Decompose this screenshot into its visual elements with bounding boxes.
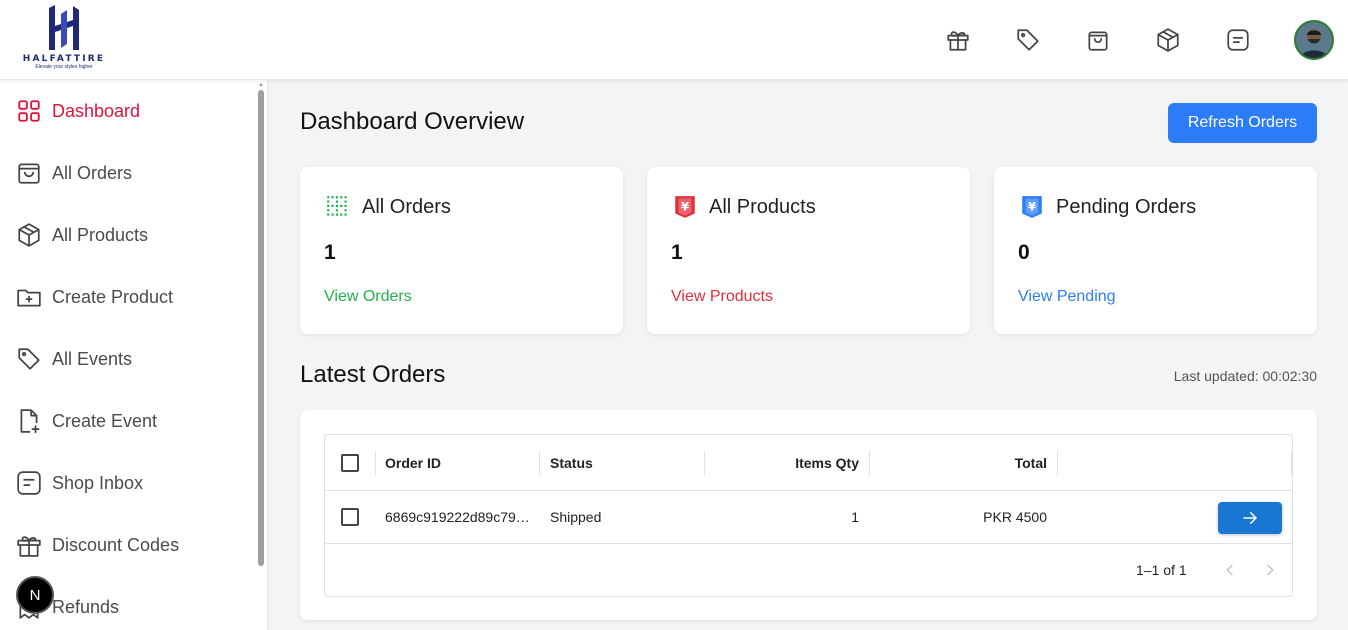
file-plus-icon — [16, 408, 42, 434]
sidebar-item-label: All Events — [52, 348, 133, 369]
card-title: All Orders — [362, 195, 451, 218]
sidebar-scrollbar[interactable] — [258, 90, 264, 566]
message-icon — [16, 470, 42, 496]
yen-shield-icon: ¥ — [671, 193, 699, 221]
page-title: Dashboard Overview — [300, 108, 525, 135]
table-row[interactable]: 6869c919222d89c79… Shipped 1 PKR 4500 — [325, 491, 1292, 544]
scroll-up-arrow[interactable]: ▲ — [258, 82, 264, 88]
sidebar-item-label: Create Event — [52, 410, 158, 431]
folder-plus-icon — [16, 284, 42, 310]
sidebar-item-create-product[interactable]: Create Product — [16, 277, 173, 317]
latest-orders-title: Latest Orders — [300, 361, 446, 388]
cell-status: Shipped — [550, 509, 602, 525]
header-actions — [944, 0, 1348, 80]
package-icon — [16, 222, 42, 248]
arrow-right-icon — [1243, 512, 1257, 524]
brand-name: HALFATTIRE — [22, 54, 106, 64]
sidebar-item-label: Shop Inbox — [52, 472, 144, 493]
sidebar-item-all-orders[interactable]: All Orders — [16, 153, 132, 193]
row-checkbox[interactable] — [341, 508, 359, 526]
stat-card-all-products: ¥ All Products 1 View Products — [647, 167, 970, 334]
message-icon[interactable] — [1224, 26, 1252, 54]
cell-order-id: 6869c919222d89c79… — [385, 509, 530, 525]
sidebar-item-shop-inbox[interactable]: Shop Inbox — [16, 463, 143, 503]
column-separator — [1057, 451, 1058, 475]
column-header-order-id[interactable]: Order ID — [385, 455, 441, 471]
card-header: All Orders — [324, 193, 451, 221]
card-title: All Products — [709, 195, 816, 218]
shopping-bag-icon — [16, 160, 42, 186]
sidebar-item-label: All Products — [52, 224, 149, 245]
sidebar-item-all-events[interactable]: All Events — [16, 339, 132, 379]
cell-items-qty: 1 — [851, 509, 859, 525]
tag-icon[interactable] — [1014, 26, 1042, 54]
column-header-items-qty[interactable]: Items Qty — [705, 455, 859, 471]
prev-page-button[interactable] — [1219, 559, 1241, 581]
gift-icon — [16, 532, 42, 558]
sidebar-item-label: All Orders — [52, 162, 133, 183]
cell-total: PKR 4500 — [983, 509, 1047, 525]
user-avatar[interactable] — [1294, 20, 1334, 60]
brand-tagline: Elevate your styles higher — [35, 64, 93, 70]
sidebar-item-dashboard[interactable]: Dashboard — [16, 91, 140, 131]
svg-text:¥: ¥ — [681, 199, 690, 213]
sidebar-item-all-products[interactable]: All Products — [16, 215, 148, 255]
table-header-row: Order ID Status Items Qty Total — [325, 435, 1292, 491]
brand-logo-mark — [49, 5, 79, 50]
column-separator — [1291, 451, 1292, 475]
chevron-left-icon — [1226, 564, 1233, 576]
sidebar-item-discount-codes[interactable]: Discount Codes — [16, 525, 179, 565]
view-pending-link[interactable]: View Pending — [1018, 288, 1116, 306]
card-count: 0 — [1018, 241, 1030, 264]
sidebar-item-label: Dashboard — [52, 100, 141, 121]
chevron-right-icon — [1267, 564, 1274, 576]
sidebar-item-create-event[interactable]: Create Event — [16, 401, 157, 441]
latest-orders-card: Order ID Status Items Qty Total 6869c919… — [300, 410, 1317, 620]
stat-card-all-orders: All Orders 1 View Orders — [300, 167, 623, 334]
stat-card-pending-orders: ¥ Pending Orders 0 View Pending — [994, 167, 1317, 334]
sidebar-item-label: Refunds — [52, 596, 120, 617]
avatar-image — [1296, 22, 1332, 58]
tag-icon — [16, 346, 42, 372]
column-header-status[interactable]: Status — [550, 455, 593, 471]
top-header: HALFATTIRE Elevate your styles higher — [0, 0, 1348, 80]
card-count: 1 — [324, 241, 336, 264]
card-header: ¥ Pending Orders — [1018, 193, 1196, 221]
next-dev-badge[interactable]: N — [16, 576, 54, 614]
card-count: 1 — [671, 241, 683, 264]
svg-text:¥: ¥ — [1028, 199, 1037, 213]
sidebar: ▲ Dashboard All Orders All Products Crea… — [0, 80, 268, 630]
package-icon[interactable] — [1154, 26, 1182, 54]
pagination-text: 1–1 of 1 — [1136, 562, 1187, 578]
column-header-total[interactable]: Total — [870, 455, 1047, 471]
view-products-link[interactable]: View Products — [671, 288, 773, 306]
next-page-button[interactable] — [1259, 559, 1281, 581]
dotted-grid-icon — [324, 193, 352, 221]
yen-shield-icon: ¥ — [1018, 193, 1046, 221]
select-all-checkbox[interactable] — [341, 454, 359, 472]
column-separator — [375, 451, 376, 475]
orders-table: Order ID Status Items Qty Total 6869c919… — [324, 434, 1293, 597]
refresh-orders-button[interactable]: Refresh Orders — [1168, 103, 1317, 143]
brand-logo[interactable]: HALFATTIRE Elevate your styles higher — [16, 4, 112, 76]
card-header: ¥ All Products — [671, 193, 816, 221]
shopping-bag-icon[interactable] — [1084, 26, 1112, 54]
sidebar-item-label: Discount Codes — [52, 534, 180, 555]
last-updated-text: Last updated: 00:02:30 — [1173, 368, 1317, 384]
dashboard-grid-icon — [16, 98, 42, 124]
card-title: Pending Orders — [1056, 195, 1197, 218]
gift-icon[interactable] — [944, 26, 972, 54]
view-orders-link[interactable]: View Orders — [324, 288, 412, 306]
sidebar-item-label: Create Product — [52, 286, 174, 307]
view-order-button[interactable] — [1218, 502, 1282, 534]
column-separator — [539, 451, 540, 475]
